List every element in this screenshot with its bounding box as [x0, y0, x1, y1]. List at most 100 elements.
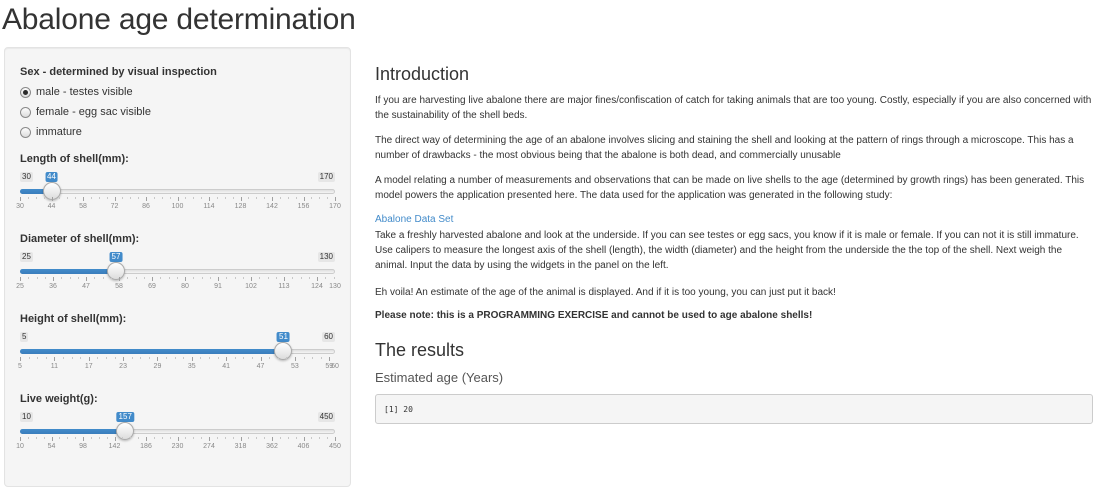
slider-tick: [98, 197, 100, 199]
slider-tick: [300, 277, 302, 279]
slider-tick: [279, 197, 281, 199]
length-track[interactable]: [20, 189, 335, 194]
slider-tick-label: 124: [311, 283, 323, 290]
slider-tick-label: 170: [329, 203, 341, 210]
diameter-min-label: 25: [20, 252, 33, 262]
slider-tick: [43, 197, 45, 199]
slider-tick-label: 47: [256, 363, 265, 370]
length-max-label: 170: [317, 172, 335, 182]
height-slider[interactable]: 5 60 51 5 11 17 23 29 35 41 47 53 59 60: [18, 332, 339, 378]
slider-tick: [216, 437, 218, 439]
slider-tick: [209, 197, 210, 201]
weight-slider[interactable]: 10 450 157 10 54 98 142 186 230 274 318 362 406 45…: [16, 412, 341, 458]
slider-tick: [114, 437, 116, 441]
slider-tick: [193, 277, 195, 279]
radio-male[interactable]: male - testes visible: [20, 85, 133, 99]
slider-tick: [54, 357, 56, 361]
slider-tick: [35, 197, 37, 199]
slider-tick-label: 35: [187, 363, 196, 370]
slider-tick: [90, 197, 92, 199]
diameter-max-label: 130: [317, 252, 335, 262]
slider-tick: [62, 357, 64, 359]
slider-tick: [308, 277, 310, 279]
slider-tick-label: 100: [171, 203, 184, 210]
radio-female-label[interactable]: female - egg sac visible: [36, 106, 151, 118]
slider-tick: [269, 357, 271, 359]
slider-tick: [37, 357, 39, 359]
radio-immature-label[interactable]: immature: [36, 126, 82, 138]
slider-tick-label: 23: [119, 363, 127, 370]
length-value-label: 44: [45, 172, 58, 182]
slider-tick: [86, 277, 87, 281]
slider-tick: [130, 197, 132, 199]
slider-tick: [226, 277, 228, 279]
slider-tick-label: 274: [203, 443, 215, 450]
slider-tick: [161, 437, 163, 439]
slider-tick: [135, 277, 137, 279]
slider-tick-label: 17: [84, 363, 93, 370]
radio-immature-circle[interactable]: [20, 126, 31, 138]
slider-tick-label: 230: [171, 443, 184, 450]
slider-tick: [130, 437, 132, 439]
slider-tick: [232, 197, 234, 199]
slider-tick: [119, 277, 120, 281]
diameter-ticks: 25 36 47 58 69 80 91 102 113 124 130: [16, 277, 341, 297]
height-ticks: 5 11 17 23 29 35 41 47 53 59 60: [18, 357, 339, 377]
slider-tick: [209, 277, 211, 279]
slider-tick-label: 47: [82, 283, 90, 290]
length-slider[interactable]: 30 170 44 30 44 58 72 86 100 114 128 142 156 170: [16, 172, 341, 218]
slider-tick: [287, 197, 289, 199]
slider-tick: [279, 437, 281, 439]
slider-tick: [284, 277, 285, 281]
slider-tick: [169, 437, 171, 439]
slider-tick: [311, 197, 313, 199]
sidebar-panel: Sex - determined by visual inspection ma…: [4, 47, 351, 487]
slider-tick: [140, 357, 142, 359]
sex-group-label: Sex - determined by visual inspection: [20, 66, 217, 78]
slider-tick-label: 318: [234, 443, 247, 450]
slider-tick-label: 186: [140, 443, 152, 450]
diameter-slider[interactable]: 25 130 57 25 36 47 58 69 80 91 102 113 124 130: [16, 252, 341, 298]
slider-tick: [333, 277, 335, 279]
slider-tick: [201, 197, 203, 199]
slider-tick: [209, 437, 210, 441]
slider-tick: [122, 437, 124, 439]
slider-tick: [286, 357, 288, 359]
slider-tick: [75, 197, 77, 199]
programming-exercise-note: Please note: this is a PROGRAMMING EXERC…: [375, 310, 813, 321]
slider-tick: [152, 277, 153, 281]
radio-male-label[interactable]: male - testes visible: [36, 86, 133, 98]
slider-tick: [303, 437, 305, 441]
slider-tick: [295, 197, 297, 199]
slider-tick-label: 406: [297, 443, 310, 450]
instructions-paragraph: Take a freshly harvested abalone and loo…: [375, 230, 1079, 271]
slider-tick: [242, 277, 244, 279]
slider-tick-label: 128: [234, 203, 247, 210]
slider-tick-label: 41: [222, 363, 231, 370]
result-note-paragraph: Eh voila! An estimate of the age of the …: [375, 287, 836, 298]
slider-tick: [224, 437, 226, 439]
radio-immature[interactable]: immature: [20, 125, 82, 139]
slider-tick-label: 72: [110, 203, 119, 210]
slider-tick: [110, 277, 112, 279]
slider-tick: [226, 357, 228, 361]
slider-tick: [209, 357, 210, 359]
slider-tick: [20, 437, 21, 441]
slider-tick-label: 36: [49, 283, 57, 290]
radio-male-circle[interactable]: [20, 86, 31, 98]
slider-tick: [303, 357, 305, 359]
radio-female[interactable]: female - egg sac visible: [20, 105, 151, 119]
radio-female-circle[interactable]: [20, 106, 31, 118]
weight-min-label: 10: [20, 412, 33, 422]
slider-tick: [67, 197, 69, 199]
slider-tick: [94, 277, 96, 279]
slider-tick-label: 142: [266, 203, 278, 210]
slider-tick: [248, 197, 250, 199]
slider-tick: [176, 277, 178, 279]
slider-tick: [183, 357, 185, 359]
slider-tick: [264, 197, 266, 199]
slider-tick: [325, 277, 327, 279]
slider-tick: [218, 277, 219, 281]
abalone-data-set-link[interactable]: Abalone Data Set: [375, 212, 1093, 227]
slider-tick-label: 11: [50, 363, 58, 370]
